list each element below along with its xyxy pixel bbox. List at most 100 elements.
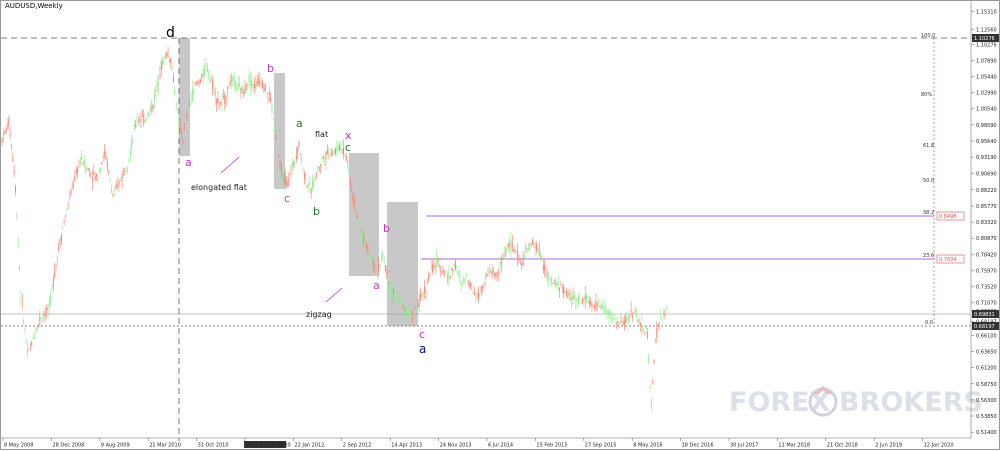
candle-body [316,173,318,175]
candle-body [217,98,219,104]
candle-body [190,99,192,101]
candle-body [472,290,474,292]
candle-body [576,298,578,301]
candle-body [511,243,513,248]
candle-body [442,270,444,273]
candle-body [224,94,226,104]
x-tick-label: 31 Oct 2010 [198,443,229,449]
candle-body [386,271,388,275]
candle-body [414,307,416,309]
y-tick-label: 0.66100 [976,333,997,339]
candle-body [79,161,81,163]
candle-body [90,173,92,175]
candle-body [393,288,394,294]
candle-body [376,269,378,272]
x-tick-label: 8 May 2008 [4,443,33,449]
candle-body [488,268,490,270]
candle-body [433,264,435,269]
x-tick-label: 8 May 2016 [633,443,662,449]
candle-body [262,81,264,88]
x-tick-label: 15 Feb 2015 [536,443,567,449]
x-tick-label: 21 Mar 2010 [149,443,181,449]
price-chart[interactable]: FOREX BROKERS 100.0 80% 61.8 50.0 38.2 2… [1,1,1000,451]
candle-body [503,253,505,256]
candle-body [615,322,617,326]
x-tick-label: 6 Jul 2014 [488,443,513,449]
candle-body [179,124,181,133]
candle-body [464,278,466,284]
candle-body [78,164,80,166]
candle-body [74,176,76,182]
candle-body [252,83,254,86]
wave-label: b [383,222,390,235]
candle-body [100,168,102,172]
candle-body [506,249,508,253]
candle-body [271,104,273,110]
candle-body [197,81,199,83]
candle-body [264,84,266,91]
candle-body [62,228,64,230]
candle-body [120,178,122,182]
candle-body [285,176,286,187]
x-tick-label: 14 Apr 2013 [391,443,422,449]
candle-body [557,280,559,286]
candle-body [483,282,485,285]
candle-body [210,79,212,81]
candle-body [590,301,592,305]
candle-body [336,146,338,151]
candle-body [587,299,589,303]
candle-body [445,270,447,273]
candle-body [278,156,280,158]
candle-body [409,309,411,311]
y-tick-label: 0.53850 [976,414,997,420]
candle-body [96,174,97,177]
candle-body [101,163,103,165]
candle-body [641,323,643,333]
candle-body [484,277,486,280]
candle-body [15,186,16,193]
candle-body [422,292,424,298]
candle-body [168,59,170,61]
candle-body [104,150,106,155]
y-tick-label: 0.78420 [976,252,997,258]
fib-label: 38.2 [923,210,934,216]
candle-body [36,326,38,331]
wave-label: a [185,156,192,169]
candle-body [348,170,350,172]
svg-text:0.69831: 0.69831 [974,312,995,318]
candle-body [172,76,174,83]
candle-body [394,292,396,300]
candle-body [177,109,178,111]
candle-body [59,239,61,245]
candle-body [518,258,520,262]
candle-body [522,258,524,266]
x-tick-label: 28 Dec 2008 [52,443,84,449]
candle-body [212,80,214,89]
candle-body [189,102,191,106]
candle-body [89,172,91,177]
x-tick-label: 22 Jan 2012 [294,443,324,449]
candle-body [305,177,307,183]
candle-body [121,173,123,179]
candle-body [592,306,594,308]
candle-body [486,273,488,277]
candle-body [584,295,586,300]
candle-body [249,81,251,87]
candle-body [619,320,621,322]
candle-body [135,124,137,127]
candle-body [344,154,346,156]
candle-body [70,189,72,195]
y-tick-label: 1.02990 [976,91,997,97]
candle-body [244,84,246,94]
candle-body [552,282,554,285]
candle-body [436,258,438,266]
candle-body [193,88,195,94]
candle-body [260,82,262,85]
candle-body [546,271,548,277]
candle-body [28,350,30,351]
candle-body [174,90,176,95]
candle-body [526,248,528,253]
fib-label: 23.6 [923,253,934,259]
svg-text:BROKERS: BROKERS [839,387,983,418]
candle-body [208,72,210,74]
